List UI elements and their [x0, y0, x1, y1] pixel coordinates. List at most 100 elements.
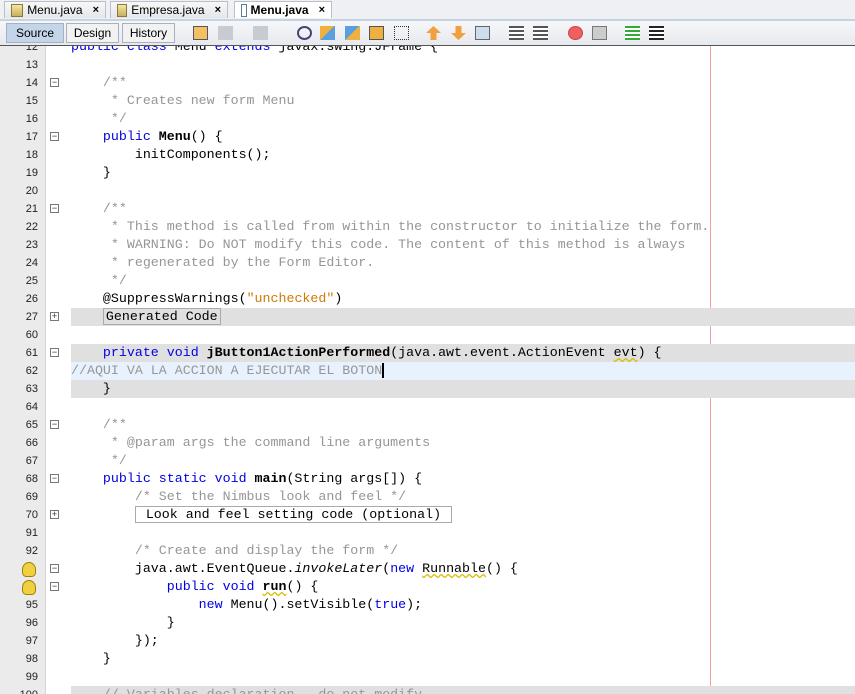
code-text: * regenerated by the Form Editor. — [71, 254, 374, 272]
code-line[interactable]: 96 } — [0, 614, 855, 632]
collapse-fold-icon[interactable]: − — [50, 348, 59, 357]
code-line[interactable]: 23 * WARNING: Do NOT modify this code. T… — [0, 236, 855, 254]
code-line[interactable]: 22 * This method is called from within t… — [0, 218, 855, 236]
code-line[interactable]: 99 — [0, 668, 855, 686]
code-token: } — [71, 651, 111, 666]
close-tab-icon[interactable]: × — [93, 4, 99, 16]
tab-menu-java-active[interactable]: Menu.java × — [234, 1, 332, 18]
find-previous-icon[interactable] — [320, 26, 335, 40]
close-tab-icon[interactable]: × — [215, 4, 221, 16]
code-line[interactable]: 65 − /** — [0, 416, 855, 434]
line-number: 18 — [25, 149, 38, 161]
code-line[interactable]: 19 } — [0, 164, 855, 182]
code-line[interactable]: 21 − /** — [0, 200, 855, 218]
code-line[interactable]: 69 /* Set the Nimbus look and feel */ — [0, 488, 855, 506]
source-button[interactable]: Source — [6, 23, 64, 43]
code-line[interactable]: 61 − private void jButton1ActionPerformed… — [0, 344, 855, 362]
toggle-bookmark-icon[interactable] — [475, 26, 490, 40]
back-icon[interactable] — [218, 26, 233, 40]
code-token: * regenerated by the Form Editor. — [71, 255, 375, 270]
code-line[interactable]: 20 — [0, 182, 855, 200]
line-number: 63 — [25, 383, 38, 395]
code-line[interactable]: − java.awt.EventQueue.invokeLater(new Ru… — [0, 560, 855, 578]
code-line[interactable]: 24 * regenerated by the Form Editor. — [0, 254, 855, 272]
code-text: new Menu().setVisible(true); — [71, 596, 422, 614]
toggle-highlight-icon[interactable] — [369, 26, 384, 40]
code-token: initComponents(); — [71, 147, 271, 162]
code-token: () { — [190, 129, 223, 144]
code-token: Menu — [174, 46, 215, 54]
collapse-fold-icon[interactable]: − — [50, 204, 59, 213]
close-tab-icon[interactable]: × — [319, 4, 325, 16]
code-line[interactable]: 95 new Menu().setVisible(true); — [0, 596, 855, 614]
collapse-fold-icon[interactable]: − — [50, 474, 59, 483]
bulb-warning-arrow-icon[interactable] — [22, 580, 36, 595]
find-icon[interactable] — [297, 26, 312, 40]
bulb-warning-icon[interactable] — [22, 562, 36, 577]
code-token: } — [71, 165, 111, 180]
last-edit-icon[interactable] — [193, 26, 208, 40]
stop-macro-icon[interactable] — [592, 26, 607, 40]
code-line[interactable]: 15 * Creates new form Menu — [0, 92, 855, 110]
code-line[interactable]: 97 }); — [0, 632, 855, 650]
code-line[interactable]: 27 + Generated Code — [0, 308, 855, 326]
code-line[interactable]: 18 initComponents(); — [0, 146, 855, 164]
find-next-icon[interactable] — [345, 26, 360, 40]
code-token: (java.awt.event.ActionEvent — [390, 345, 614, 360]
collapse-fold-icon[interactable]: − — [50, 132, 59, 141]
code-line[interactable]: 66 * @param args the command line argume… — [0, 434, 855, 452]
code-text: } — [71, 614, 175, 632]
text-caret — [382, 362, 385, 378]
collapse-fold-icon[interactable]: − — [50, 564, 59, 573]
tab-label: Menu.java — [27, 3, 83, 17]
code-token: () { — [485, 561, 518, 576]
code-line[interactable]: 26 @SuppressWarnings("unchecked") — [0, 290, 855, 308]
expand-fold-icon[interactable]: + — [50, 510, 59, 519]
code-line[interactable]: 14 − /** — [0, 74, 855, 92]
code-line[interactable]: 17 − public Menu() { — [0, 128, 855, 146]
code-token: invokeLater — [294, 561, 383, 576]
code-line[interactable]: 12 public class Menu extends javax.swing.… — [0, 46, 855, 56]
start-macro-icon[interactable] — [568, 26, 583, 40]
shift-left-icon[interactable] — [509, 26, 524, 40]
code-line[interactable]: 16 */ — [0, 110, 855, 128]
comment-icon[interactable] — [625, 26, 640, 40]
design-button[interactable]: Design — [66, 23, 119, 43]
code-line[interactable]: 68 − public static void main(String args[… — [0, 470, 855, 488]
forward-icon[interactable] — [253, 26, 268, 40]
code-line[interactable]: 70 + Look and feel setting code (optional… — [0, 506, 855, 524]
code-line[interactable]: 13 — [0, 56, 855, 74]
history-button[interactable]: History — [122, 23, 175, 43]
code-token: //AQUI VA LA ACCION A EJECUTAR EL BOTON — [71, 363, 383, 378]
code-line[interactable]: 64 — [0, 398, 855, 416]
code-line[interactable]: 63 } — [0, 380, 855, 398]
code-line[interactable]: 25 */ — [0, 272, 855, 290]
code-token: /** — [71, 417, 127, 432]
editor-toolbar: Source Design History — [0, 21, 855, 46]
uncomment-icon[interactable] — [649, 26, 664, 40]
tab-menu-java[interactable]: Menu.java × — [4, 1, 106, 18]
code-line[interactable]: 67 */ — [0, 452, 855, 470]
collapse-fold-icon[interactable]: − — [50, 78, 59, 87]
code-token: main — [254, 471, 287, 486]
tab-empresa-java[interactable]: Empresa.java × — [110, 1, 228, 18]
code-editor[interactable]: 12 public class Menu extends javax.swing.… — [0, 46, 855, 694]
code-line[interactable]: 92 /* Create and display the form */ — [0, 542, 855, 560]
collapse-fold-icon[interactable]: − — [50, 582, 59, 591]
rectangular-selection-icon[interactable] — [394, 26, 409, 40]
code-line[interactable]: 98 } — [0, 650, 855, 668]
code-token: ( — [382, 561, 391, 576]
expand-fold-icon[interactable]: + — [50, 312, 59, 321]
code-line[interactable]: 60 — [0, 326, 855, 344]
code-line[interactable]: 91 — [0, 524, 855, 542]
shift-right-icon[interactable] — [533, 26, 548, 40]
code-line[interactable]: 100 // Variables declaration - do not mo… — [0, 686, 855, 694]
code-line[interactable]: − public void run() { — [0, 578, 855, 596]
previous-bookmark-icon[interactable] — [426, 26, 441, 40]
next-bookmark-icon[interactable] — [451, 26, 466, 40]
code-token: true — [374, 597, 407, 612]
code-token: Menu — [158, 129, 191, 144]
collapse-fold-icon[interactable]: − — [50, 420, 59, 429]
code-line[interactable]: 62 //AQUI VA LA ACCION A EJECUTAR EL BOTO… — [0, 362, 855, 380]
